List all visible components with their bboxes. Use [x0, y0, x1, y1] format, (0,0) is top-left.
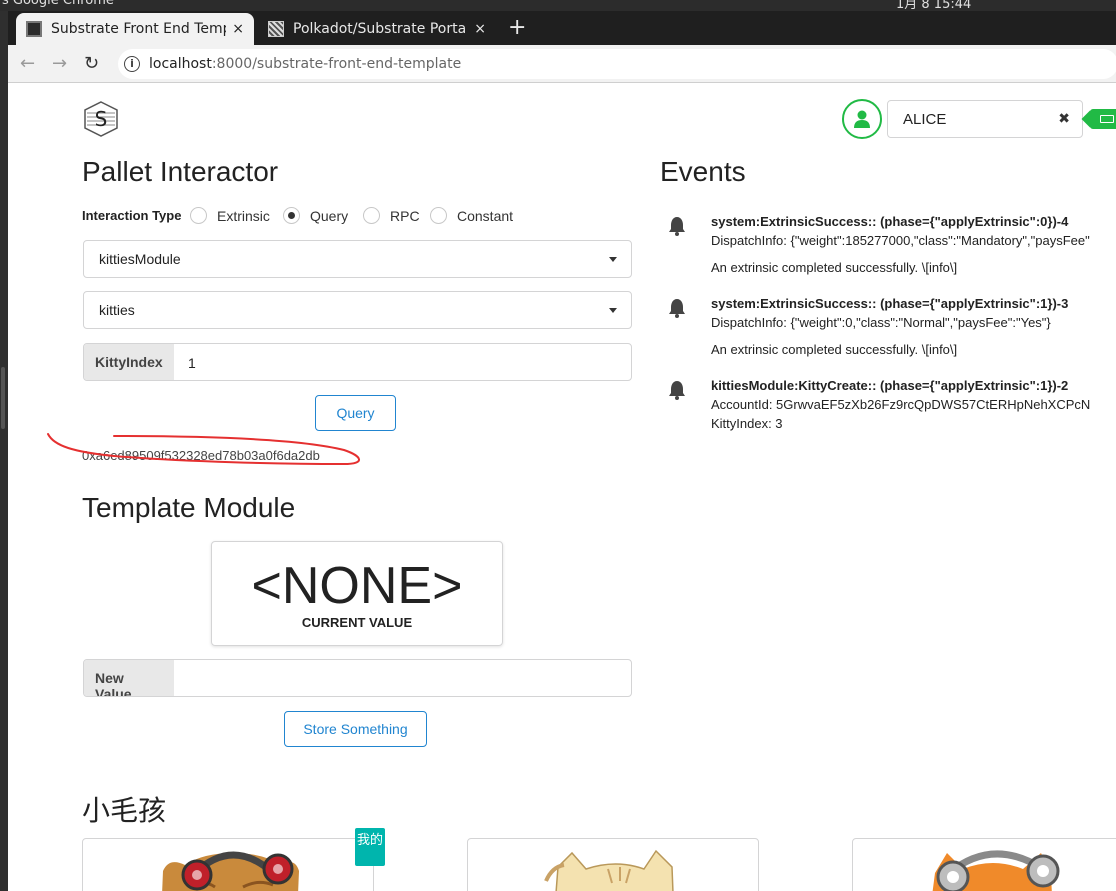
- user-avatar-icon[interactable]: [842, 99, 882, 139]
- event-data: AccountId: 5GrwvaEF5zXb26Fz9rcQpDWS57CtE…: [711, 397, 1091, 412]
- event-title: system:ExtrinsicSuccess:: (phase={"apply…: [711, 214, 1069, 229]
- current-value-label: CURRENT VALUE: [301, 615, 413, 630]
- kitty-image: [932, 850, 1060, 891]
- close-tab-icon[interactable]: ×: [474, 21, 486, 37]
- kitties-title: 小毛孩: [82, 795, 167, 826]
- tab-polkadot-portal[interactable]: Polkadot/Substrate Porta ×: [258, 13, 496, 45]
- event-item: system:ExtrinsicSuccess:: (phase={"apply…: [668, 296, 1116, 357]
- bell-icon: [669, 217, 685, 236]
- tab-title: Polkadot/Substrate Porta: [293, 21, 467, 37]
- kitty-index-value[interactable]: 1: [188, 355, 196, 371]
- radio-constant[interactable]: Constant: [430, 207, 513, 224]
- radio-extrinsic[interactable]: Extrinsic: [190, 207, 270, 224]
- event-data: DispatchInfo: {"weight":185277000,"class…: [711, 233, 1090, 248]
- back-arrow-icon[interactable]: ←: [20, 53, 35, 74]
- radio-query[interactable]: Query: [283, 207, 348, 224]
- radio-label: Query: [310, 207, 349, 224]
- close-tab-icon[interactable]: ×: [232, 21, 244, 37]
- radio-rpc[interactable]: RPC: [363, 207, 420, 224]
- kitty-card[interactable]: [467, 838, 759, 891]
- substrate-logo-icon: S: [84, 101, 118, 137]
- os-app-name: s Google Chrome: [2, 0, 114, 8]
- events-title: Events: [660, 156, 746, 187]
- kitty-card[interactable]: [82, 838, 374, 891]
- os-dock: [0, 11, 8, 891]
- pallet-interactor-title: Pallet Interactor: [82, 156, 279, 187]
- current-value-card: <NONE> CURRENT VALUE: [211, 541, 503, 646]
- event-item: kittiesModule:KittyCreate:: (phase={"app…: [668, 378, 1116, 438]
- page-content: S ALICE ✖ Pallet Interactor Interaction …: [8, 84, 1116, 891]
- radio-label: Constant: [457, 207, 514, 224]
- kitty-index-label: KittyIndex: [84, 344, 174, 380]
- dropdown-caret-icon: [609, 257, 617, 262]
- kitty-image: [162, 851, 299, 891]
- kitty-card[interactable]: [852, 838, 1116, 891]
- mine-badge: 我的: [355, 828, 385, 866]
- bell-icon: [669, 299, 685, 318]
- polkadot-favicon-icon: [268, 21, 284, 37]
- url-path: :8000/substrate-front-end-template: [211, 56, 462, 72]
- query-button[interactable]: Query: [315, 395, 396, 431]
- interaction-type-label: Interaction Type: [82, 208, 182, 223]
- url-text[interactable]: localhost:8000/substrate-front-end-templ…: [149, 56, 461, 72]
- callable-value: kitties: [99, 302, 135, 318]
- new-value-field[interactable]: New Value: [83, 659, 632, 697]
- forward-arrow-icon[interactable]: →: [52, 53, 67, 74]
- callable-dropdown[interactable]: kitties: [83, 291, 632, 329]
- store-something-button[interactable]: Store Something: [284, 711, 427, 747]
- template-module-title: Template Module: [82, 492, 296, 523]
- current-value: <NONE>: [251, 557, 463, 615]
- module-dropdown[interactable]: kittiesModule: [83, 240, 632, 278]
- tab-title: Substrate Front End Temp: [51, 21, 227, 37]
- event-item: system:ExtrinsicSuccess:: (phase={"apply…: [668, 214, 1116, 275]
- svg-text:S: S: [95, 107, 108, 131]
- kitty-index-field[interactable]: KittyIndex 1: [83, 343, 632, 381]
- browser-toolbar: ← → ↻ i localhost:8000/substrate-front-e…: [8, 45, 1116, 83]
- new-tab-button[interactable]: +: [508, 16, 526, 40]
- os-top-bar: s Google Chrome 1月 8 15:44: [0, 0, 1116, 11]
- selected-account: ALICE: [903, 111, 947, 128]
- user-icon: [854, 110, 870, 128]
- event-description: An extrinsic completed successfully. \[i…: [711, 342, 958, 357]
- address-bar[interactable]: i localhost:8000/substrate-front-end-tem…: [118, 49, 1116, 79]
- dock-indicator: [1, 367, 5, 429]
- radio-circle[interactable]: [363, 207, 380, 224]
- event-title: kittiesModule:KittyCreate:: (phase={"app…: [711, 378, 1069, 393]
- dropdown-caret-icon: [609, 308, 617, 313]
- module-value: kittiesModule: [99, 251, 181, 267]
- red-annotation-scribble: [47, 433, 360, 466]
- site-info-icon[interactable]: i: [124, 56, 140, 72]
- radio-label: Extrinsic: [217, 207, 270, 224]
- event-title: system:ExtrinsicSuccess:: (phase={"apply…: [711, 296, 1069, 311]
- money-icon: [1100, 115, 1114, 123]
- url-host: localhost: [149, 56, 212, 72]
- account-selector[interactable]: ALICE ✖: [887, 100, 1083, 138]
- clear-account-icon[interactable]: ✖: [1058, 110, 1070, 127]
- radio-circle[interactable]: [190, 207, 207, 224]
- bell-icon: [669, 381, 685, 400]
- tab-substrate-front-end[interactable]: Substrate Front End Temp ×: [16, 13, 254, 45]
- balance-tag: [1090, 109, 1116, 129]
- substrate-favicon-icon: [26, 21, 42, 37]
- browser-tabstrip: Substrate Front End Temp × Polkadot/Subs…: [8, 11, 1116, 45]
- reload-icon[interactable]: ↻: [84, 53, 99, 74]
- radio-circle[interactable]: [283, 207, 300, 224]
- event-description: An extrinsic completed successfully. \[i…: [711, 260, 958, 275]
- radio-circle[interactable]: [430, 207, 447, 224]
- event-description: KittyIndex: 3: [711, 416, 783, 431]
- event-data: DispatchInfo: {"weight":0,"class":"Norma…: [711, 315, 1051, 330]
- os-clock: 1月 8 15:44: [896, 0, 972, 11]
- kitty-image: [544, 849, 674, 891]
- radio-label: RPC: [390, 207, 420, 224]
- new-value-label: New Value: [84, 660, 174, 696]
